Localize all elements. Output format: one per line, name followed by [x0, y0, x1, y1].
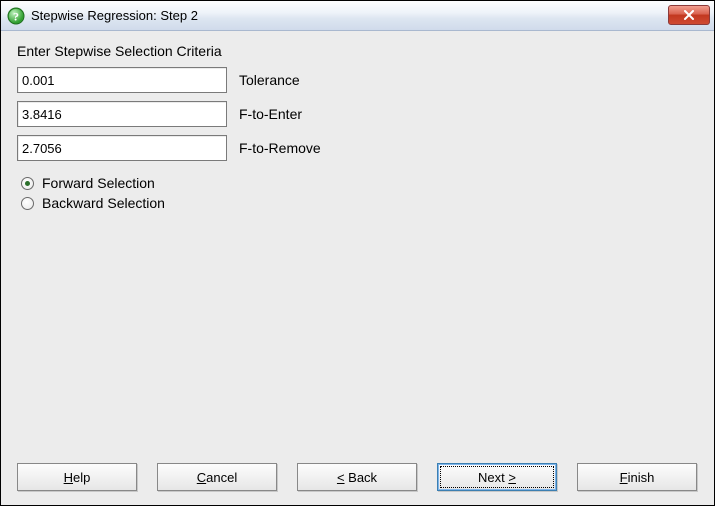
- section-heading: Enter Stepwise Selection Criteria: [17, 43, 698, 59]
- backward-selection-label: Backward Selection: [42, 195, 165, 211]
- window-title: Stepwise Regression: Step 2: [31, 8, 198, 23]
- f-to-remove-input[interactable]: [17, 135, 227, 161]
- f-to-remove-row: F-to-Remove: [17, 135, 698, 161]
- finish-button[interactable]: Finish: [577, 463, 697, 491]
- cancel-button[interactable]: Cancel: [157, 463, 277, 491]
- wizard-button-bar: Help Cancel < Back Next > Finish: [1, 453, 714, 505]
- close-icon: [683, 10, 695, 20]
- f-to-remove-label: F-to-Remove: [239, 140, 321, 156]
- tolerance-label: Tolerance: [239, 72, 300, 88]
- back-button[interactable]: < Back: [297, 463, 417, 491]
- backward-selection-radio[interactable]: Backward Selection: [21, 195, 698, 211]
- dialog-window: ? Stepwise Regression: Step 2 Enter Step…: [0, 0, 715, 506]
- radio-icon: [21, 177, 34, 190]
- selection-direction-group: Forward Selection Backward Selection: [21, 175, 698, 215]
- help-button[interactable]: Help: [17, 463, 137, 491]
- content-area: Enter Stepwise Selection Criteria Tolera…: [1, 31, 714, 453]
- f-to-enter-input[interactable]: [17, 101, 227, 127]
- f-to-enter-label: F-to-Enter: [239, 106, 302, 122]
- close-button[interactable]: [668, 5, 710, 25]
- forward-selection-label: Forward Selection: [42, 175, 155, 191]
- next-button[interactable]: Next >: [437, 463, 557, 491]
- help-icon: ?: [7, 7, 25, 25]
- svg-text:?: ?: [13, 9, 19, 23]
- tolerance-input[interactable]: [17, 67, 227, 93]
- forward-selection-radio[interactable]: Forward Selection: [21, 175, 698, 191]
- f-to-enter-row: F-to-Enter: [17, 101, 698, 127]
- tolerance-row: Tolerance: [17, 67, 698, 93]
- titlebar: ? Stepwise Regression: Step 2: [1, 1, 714, 31]
- radio-icon: [21, 197, 34, 210]
